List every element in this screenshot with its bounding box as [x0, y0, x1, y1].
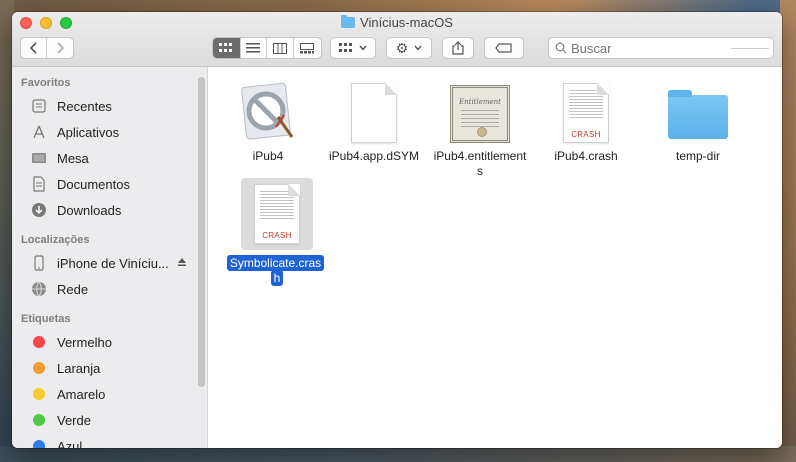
folder-icon: [341, 15, 356, 28]
sidebar-item-label: Documentos: [57, 176, 130, 192]
crash-report-icon: CRASH: [554, 77, 618, 143]
group-grid-icon: [339, 43, 352, 52]
back-button[interactable]: [21, 38, 48, 58]
file-item[interactable]: temp-dir: [650, 77, 746, 164]
eject-icon[interactable]: [177, 257, 187, 267]
file-item[interactable]: CRASH iPub4.crash: [538, 77, 634, 164]
file-item[interactable]: iPub4.app.dSYM: [326, 77, 422, 164]
sidebar-item-label: Mesa: [57, 150, 89, 166]
file-name: iPub4.app.dSYM: [328, 149, 420, 163]
titlebar: Vinícius-macOS ⚙ Buscar: [12, 12, 782, 67]
search-divider: [731, 47, 769, 49]
sidebar-item-downloads[interactable]: Downloads: [12, 197, 207, 223]
sidebar: Favoritos Recentes Aplicativos Mesa Docu…: [12, 67, 208, 448]
search-field[interactable]: [548, 37, 774, 59]
folder-icon: [666, 77, 730, 143]
certificate-icon: Entitlement: [448, 77, 512, 143]
sidebar-item-recentes[interactable]: Recentes: [12, 93, 207, 119]
tag-icon: [495, 43, 512, 53]
sidebar-item-label: Recentes: [57, 98, 112, 114]
file-name: iPub4.crash: [554, 149, 618, 163]
sidebar-tag-azul[interactable]: Azul: [12, 433, 207, 448]
red-tag-dot-icon: [33, 336, 45, 348]
group-by-button[interactable]: [330, 37, 376, 59]
list-view-button[interactable]: [241, 38, 268, 58]
sidebar-section-favorites: Favoritos: [21, 77, 71, 89]
crash-report-icon: CRASH: [241, 178, 313, 250]
sidebar-scrollbar[interactable]: [198, 77, 205, 387]
sidebar-item-aplicativos[interactable]: Aplicativos: [12, 119, 207, 145]
sidebar-item-mesa[interactable]: Mesa: [12, 145, 207, 171]
icon-view-button[interactable]: [213, 38, 241, 58]
sidebar-item-rede[interactable]: Rede: [12, 276, 207, 302]
gear-icon: ⚙: [395, 40, 409, 56]
chevron-right-icon: [57, 42, 64, 54]
file-name: iPub4: [252, 149, 284, 163]
sidebar-item-label: Rede: [57, 281, 89, 297]
sidebar-item-label: iPhone de Viníciu...: [57, 255, 169, 271]
sidebar-tag-vermelho[interactable]: Vermelho: [12, 329, 207, 355]
sidebar-item-label: Amarelo: [57, 386, 106, 402]
file-browser: iPub4 iPub4.app.dSYM Entitlement iPub4.e…: [208, 67, 782, 448]
sidebar-item-documentos[interactable]: Documentos: [12, 171, 207, 197]
search-icon: [555, 42, 567, 54]
file-name: iPub4.entitlements: [433, 149, 527, 178]
gallery-icon: [300, 42, 315, 53]
file-name: temp-dir: [675, 149, 720, 163]
iphone-icon: [30, 255, 48, 271]
chevron-left-icon: [29, 42, 37, 54]
column-view-button[interactable]: [267, 38, 294, 58]
downloads-icon: [30, 202, 48, 218]
desktop-icon: [30, 150, 48, 166]
sidebar-section-tags: Etiquetas: [21, 313, 71, 325]
file-name: Symbolicate.crash: [225, 255, 329, 286]
chevron-down-icon: [359, 45, 367, 51]
edit-tags-button[interactable]: [484, 37, 524, 59]
sidebar-item-label: Laranja: [57, 360, 101, 376]
document-icon: [342, 77, 406, 143]
sidebar-tag-amarelo[interactable]: Amarelo: [12, 381, 207, 407]
sidebar-item-label: Verde: [57, 412, 91, 428]
search-input[interactable]: [571, 40, 721, 56]
yellow-tag-dot-icon: [33, 388, 45, 400]
view-mode-control: [212, 37, 322, 59]
sidebar-item-label: Downloads: [57, 202, 122, 218]
green-tag-dot-icon: [33, 414, 45, 426]
forward-button[interactable]: [47, 38, 73, 58]
sidebar-item-label: Vermelho: [57, 334, 112, 350]
finder-window: Vinícius-macOS ⚙ Buscar Favoritos Recent…: [12, 12, 782, 448]
gallery-view-button[interactable]: [294, 38, 321, 58]
sidebar-tag-laranja[interactable]: Laranja: [12, 355, 207, 381]
documents-icon: [30, 176, 48, 192]
network-icon: [30, 281, 48, 297]
window-title: Vinícius-macOS: [12, 15, 782, 30]
desktop-background-right: [780, 0, 796, 462]
blue-tag-dot-icon: [33, 440, 45, 448]
sidebar-tag-verde[interactable]: Verde: [12, 407, 207, 433]
chevron-down-icon: [414, 45, 422, 51]
orange-tag-dot-icon: [33, 362, 45, 374]
applications-icon: [30, 124, 48, 140]
action-menu-button[interactable]: ⚙: [386, 37, 432, 59]
navigation-buttons: [20, 37, 74, 59]
icon-grid-icon: [219, 43, 233, 52]
sidebar-section-locations: Localizações: [21, 234, 90, 246]
list-icon: [246, 43, 261, 53]
sidebar-item-label: Aplicativos: [57, 124, 120, 140]
columns-icon: [272, 42, 287, 54]
recents-icon: [30, 98, 48, 114]
sidebar-item-label: Azul: [57, 438, 83, 449]
file-item-selected[interactable]: CRASH Symbolicate.crash: [225, 178, 329, 286]
share-button[interactable]: [442, 37, 474, 59]
desktop-background-bottom: [0, 446, 796, 462]
window-title-text: Vinícius-macOS: [360, 15, 453, 30]
file-item[interactable]: Entitlement iPub4.entitlements: [432, 77, 528, 179]
file-item[interactable]: iPub4: [220, 77, 316, 164]
app-icon: [236, 77, 300, 143]
share-icon: [452, 41, 464, 55]
sidebar-item-iphone[interactable]: iPhone de Viníciu...: [12, 250, 207, 276]
